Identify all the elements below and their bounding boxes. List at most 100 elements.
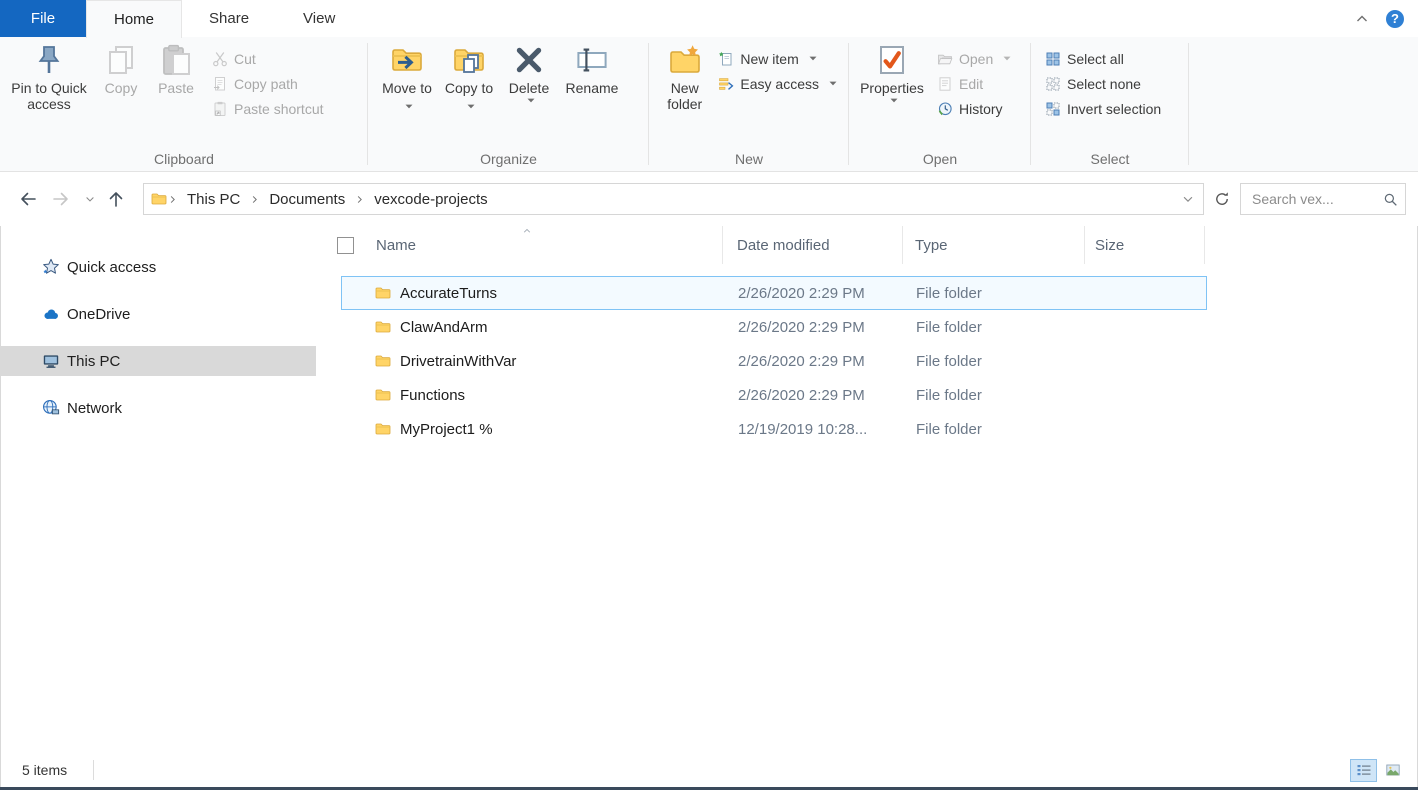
move-to-button[interactable]: Move to xyxy=(377,39,437,112)
select-none-button[interactable]: Select none xyxy=(1037,71,1169,96)
address-folder-icon xyxy=(151,191,167,207)
breadcrumb-this-pc[interactable]: This PC xyxy=(178,191,249,208)
select-all-icon xyxy=(1045,51,1061,67)
breadcrumb-documents[interactable]: Documents xyxy=(260,191,354,208)
search-input[interactable] xyxy=(1250,190,1383,208)
refresh-icon xyxy=(1214,191,1230,207)
file-row-accurateturns[interactable]: AccurateTurns 2/26/2020 2:29 PM File fol… xyxy=(341,276,1207,310)
sidebar-item-onedrive[interactable]: OneDrive xyxy=(0,299,316,329)
file-menu-button[interactable]: File xyxy=(0,0,86,37)
history-label: History xyxy=(959,101,1003,117)
tab-view[interactable]: View xyxy=(276,0,362,37)
easy-access-icon xyxy=(718,76,734,92)
column-header-filler xyxy=(1205,226,1418,264)
up-button[interactable] xyxy=(104,187,128,211)
cut-button[interactable]: Cut xyxy=(204,46,332,71)
column-header-name[interactable]: Name xyxy=(316,226,723,264)
file-row-clawandarm[interactable]: ClawAndArm 2/26/2020 2:29 PM File folder xyxy=(341,310,1207,344)
sidebar-item-network[interactable]: Network xyxy=(0,393,316,423)
column-header-size[interactable]: Size xyxy=(1085,226,1205,264)
rename-label: Rename xyxy=(566,80,619,96)
column-header-date-modified[interactable]: Date modified xyxy=(723,226,903,264)
copy-path-button[interactable]: Copy path xyxy=(204,71,332,96)
up-icon xyxy=(107,190,125,208)
file-type: File folder xyxy=(904,353,1086,370)
select-group-label: Select xyxy=(1031,151,1189,167)
address-bar[interactable]: This PC Documents vexcode-projects xyxy=(143,183,1204,215)
breadcrumb-chevron-icon xyxy=(249,194,260,205)
forward-button[interactable] xyxy=(49,187,73,211)
new-folder-button[interactable]: New folder xyxy=(660,39,709,112)
ribbon-group-open: Properties Open Edit History xyxy=(849,37,1031,171)
file-row-myproject1[interactable]: MyProject1 % 12/19/2019 10:28... File fo… xyxy=(341,412,1207,446)
sidebar-item-quick-access[interactable]: Quick access xyxy=(0,252,316,282)
address-dropdown-icon[interactable] xyxy=(1181,192,1195,206)
breadcrumb-chevron-icon xyxy=(354,194,365,205)
large-icons-view-button[interactable] xyxy=(1379,759,1406,782)
copy-button[interactable]: Copy xyxy=(95,39,147,96)
new-item-button[interactable]: New item xyxy=(710,46,845,71)
details-view-button[interactable] xyxy=(1350,759,1377,782)
sidebar-this-pc-label: This PC xyxy=(67,353,120,370)
select-all-label: Select all xyxy=(1067,51,1124,67)
select-all-button[interactable]: Select all xyxy=(1037,46,1169,71)
large-icons-view-icon xyxy=(1385,762,1401,778)
select-none-icon xyxy=(1045,76,1061,92)
easy-access-button[interactable]: Easy access xyxy=(710,71,845,96)
type-column-label: Type xyxy=(915,237,948,254)
delete-button[interactable]: Delete xyxy=(501,39,557,103)
new-folder-icon xyxy=(669,44,701,76)
properties-icon xyxy=(876,44,908,76)
edit-button[interactable]: Edit xyxy=(929,71,1019,96)
file-date-modified: 12/19/2019 10:28... xyxy=(724,421,904,438)
copy-to-label: Copy to xyxy=(445,80,493,96)
forward-icon xyxy=(52,190,70,208)
rename-button[interactable]: Rename xyxy=(559,39,625,96)
tab-home[interactable]: Home xyxy=(86,0,182,38)
move-to-icon xyxy=(391,44,423,76)
sidebar-item-this-pc[interactable]: This PC xyxy=(0,346,316,376)
ribbon-group-select: Select all Select none Invert selection … xyxy=(1031,37,1189,171)
ribbon-empty-area xyxy=(1189,37,1418,171)
collapse-ribbon-icon[interactable] xyxy=(1354,11,1370,27)
organize-group-label: Organize xyxy=(368,151,649,167)
network-icon xyxy=(42,399,60,417)
column-headers: Name Date modified Type Size xyxy=(316,226,1418,264)
open-icon xyxy=(937,51,953,67)
pin-to-quick-access-button[interactable]: Pin to Quick access xyxy=(5,39,93,112)
sort-ascending-icon xyxy=(521,226,533,236)
rename-icon xyxy=(576,44,608,76)
invert-selection-button[interactable]: Invert selection xyxy=(1037,96,1169,121)
file-date-modified: 2/26/2020 2:29 PM xyxy=(724,387,904,404)
tab-share[interactable]: Share xyxy=(182,0,276,37)
recent-locations-button[interactable] xyxy=(82,187,97,211)
copy-path-icon xyxy=(212,76,228,92)
column-header-type[interactable]: Type xyxy=(903,226,1085,264)
file-explorer-window: File Home Share View ? Pin to Quick acce… xyxy=(0,0,1418,790)
sidebar-network-label: Network xyxy=(67,400,122,417)
back-button[interactable] xyxy=(16,187,40,211)
delete-label: Delete xyxy=(509,80,549,96)
file-row-functions[interactable]: Functions 2/26/2020 2:29 PM File folder xyxy=(341,378,1207,412)
open-caret-icon xyxy=(1003,56,1011,61)
paste-button[interactable]: Paste xyxy=(149,39,203,96)
invert-selection-icon xyxy=(1045,101,1061,117)
ribbon-group-new: New folder New item Easy access New xyxy=(649,37,849,171)
details-view-icon xyxy=(1356,762,1372,778)
open-button[interactable]: Open xyxy=(929,46,1019,71)
history-button[interactable]: History xyxy=(929,96,1019,121)
help-icon[interactable]: ? xyxy=(1386,10,1404,28)
copy-label: Copy xyxy=(105,80,138,96)
breadcrumb-vexcode-projects[interactable]: vexcode-projects xyxy=(365,191,496,208)
properties-button[interactable]: Properties xyxy=(856,39,928,103)
clipboard-group-label: Clipboard xyxy=(0,151,368,167)
file-name: MyProject1 % xyxy=(400,421,493,438)
copy-to-button[interactable]: Copy to xyxy=(439,39,499,112)
search-icon[interactable] xyxy=(1383,192,1398,207)
refresh-button[interactable] xyxy=(1208,185,1236,213)
paste-shortcut-button[interactable]: Paste shortcut xyxy=(204,96,332,121)
select-all-checkbox[interactable] xyxy=(337,237,354,254)
copy-path-label: Copy path xyxy=(234,76,298,92)
file-row-drivetrainwithvar[interactable]: DrivetrainWithVar 2/26/2020 2:29 PM File… xyxy=(341,344,1207,378)
size-column-label: Size xyxy=(1095,237,1124,254)
